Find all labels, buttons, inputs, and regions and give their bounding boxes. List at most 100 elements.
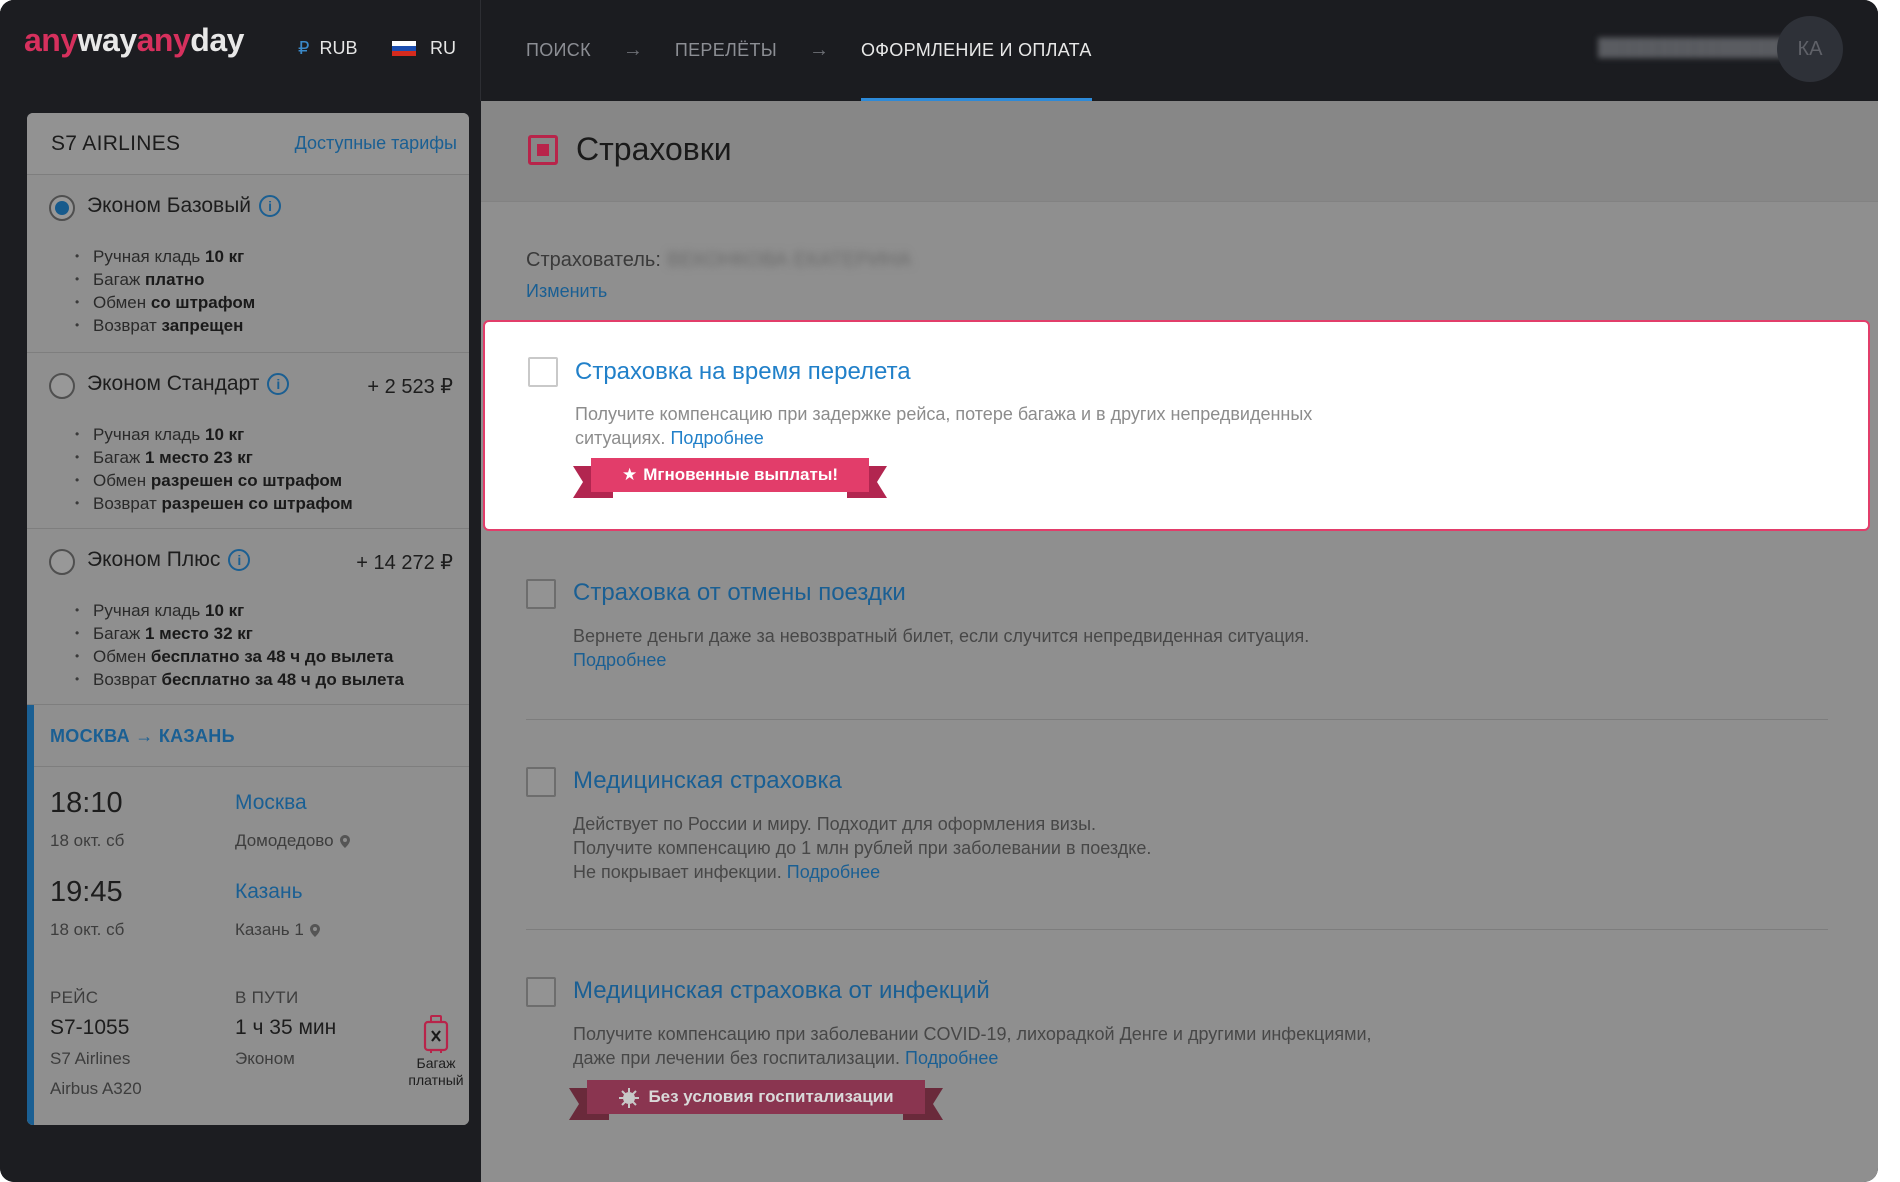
arrival-date: 18 окт. сб — [50, 920, 125, 939]
feature-label: Багаж — [93, 624, 141, 643]
route-to: КАЗАНЬ — [158, 726, 235, 746]
fare-name-text: Эконом Плюс — [87, 548, 221, 571]
insurance-title[interactable]: Страховка на время перелета — [575, 358, 911, 386]
step-checkout[interactable]: ОФОРМЛЕНИЕ И ОПЛАТА — [861, 0, 1092, 101]
logo-part: way — [77, 22, 137, 58]
feature-label: Возврат — [93, 316, 157, 335]
change-insurer-link[interactable]: Изменить — [526, 281, 607, 302]
logo[interactable]: anywayanyday — [24, 22, 244, 59]
feature-label: Ручная кладь — [93, 601, 201, 620]
insurer: Страхователь: ВЕКОНКОВА ЕКАТЕРИНА — [526, 249, 911, 272]
baggage-indicator: Багаж платный — [396, 1015, 469, 1089]
more-link[interactable]: Подробнее — [573, 650, 666, 670]
russia-flag-icon — [392, 40, 416, 57]
fare-feature: Ручная кладь 10 кг — [67, 423, 469, 446]
info-icon[interactable]: i — [228, 549, 251, 572]
feature-label: Ручная кладь — [93, 247, 201, 266]
fare-radio[interactable] — [49, 549, 75, 575]
insurance-description: Вернете деньги даже за невозвратный биле… — [573, 624, 1433, 672]
fare-feature: Ручная кладь 10 кг — [67, 245, 469, 268]
available-tariffs-link[interactable]: Доступные тарифы — [295, 133, 457, 154]
fare-feature: Возврат бесплатно за 48 ч до вылета — [67, 668, 469, 691]
fare-name-text: Эконом Базовый — [87, 194, 252, 217]
fare-option[interactable]: Эконом Стандарт i + 2 523 ₽ Ручная кладь … — [27, 353, 469, 529]
step-search[interactable]: ПОИСК — [526, 40, 591, 61]
fare-name: Эконом Стандарт i — [87, 372, 290, 396]
feature-value: платно — [145, 270, 205, 289]
insurance-option: Медицинская страховка Действует по Росси… — [526, 767, 1826, 882]
route-arrow-icon: → — [135, 726, 154, 746]
insurance-description: Действует по России и миру. Подходит для… — [573, 812, 1433, 884]
insurance-description: Получите компенсацию при заболевании COV… — [573, 1022, 1473, 1070]
fare-feature: Обмен со штрафом — [67, 291, 469, 314]
baggage-line: Багаж — [416, 1055, 456, 1071]
insurance-panel: Страховки Страхователь: ВЕКОНКОВА ЕКАТЕРИ… — [481, 101, 1878, 1182]
currency-selector[interactable]: ₽ RUB — [298, 38, 357, 59]
fare-features: Ручная кладь 10 кг Багаж 1 место 23 кг О… — [67, 423, 469, 515]
insurance-checkbox[interactable] — [526, 977, 556, 1007]
fare-name: Эконом Базовый i — [87, 194, 282, 218]
fare-feature: Багаж 1 место 32 кг — [67, 622, 469, 645]
cabin-class: Эконом — [235, 1049, 295, 1068]
badge-text: Мгновенные выплаты! — [643, 465, 839, 484]
fare-name: Эконом Плюс i — [87, 548, 251, 572]
desc-text: даже при лечении без госпитализации. — [573, 1048, 900, 1068]
departure-time: 18:10 — [50, 787, 123, 819]
info-icon[interactable]: i — [259, 195, 282, 218]
feature-label: Багаж — [93, 270, 141, 289]
insurance-option-highlighted: Страховка на время перелета Получите ком… — [483, 320, 1870, 531]
virus-icon — [619, 1087, 640, 1108]
top-bar-left: anywayanyday ₽ RUB RU — [0, 0, 481, 101]
arrival-city[interactable]: Казань — [235, 880, 303, 904]
fare-radio-selected[interactable] — [49, 195, 75, 221]
step-flights[interactable]: ПЕРЕЛЁТЫ — [675, 40, 777, 61]
feature-label: Обмен — [93, 471, 147, 490]
more-link[interactable]: Подробнее — [787, 862, 880, 882]
avatar[interactable]: КА — [1777, 16, 1843, 82]
insurance-title[interactable]: Медицинская страховка от инфекций — [573, 977, 990, 1005]
app-window: anywayanyday ₽ RUB RU ПОИСК → ПЕРЕЛЁТЫ → … — [0, 0, 1878, 1182]
insurance-checkbox[interactable] — [528, 357, 558, 387]
desc-text: Получите компенсацию при заболевании COV… — [573, 1024, 1372, 1044]
arrival-time: 19:45 — [50, 876, 123, 908]
fare-features: Ручная кладь 10 кг Багаж платно Обмен со… — [67, 245, 469, 337]
flight-number: S7-1055 — [50, 1016, 130, 1039]
more-link[interactable]: Подробнее — [670, 428, 763, 448]
user-email-blurred: ████████████████ — [1598, 38, 1791, 57]
fare-feature: Ручная кладь 10 кг — [67, 599, 469, 622]
map-pin-icon[interactable] — [339, 835, 350, 849]
feature-value: запрещен — [161, 316, 244, 335]
top-bar: anywayanyday ₽ RUB RU ПОИСК → ПЕРЕЛЁТЫ → … — [0, 0, 1878, 101]
feature-label: Возврат — [93, 494, 157, 513]
step-arrow-icon: → — [809, 39, 829, 61]
insurance-title[interactable]: Страховка от отмены поездки — [573, 579, 906, 607]
step-arrow-icon: → — [622, 39, 643, 61]
insurance-checkbox[interactable] — [526, 579, 556, 609]
insurance-title[interactable]: Медицинская страховка — [573, 767, 842, 795]
feature-label: Возврат — [93, 670, 157, 689]
no-hospitalization-badge: Без условия госпитализации — [569, 1080, 943, 1120]
fare-feature: Обмен бесплатно за 48 ч до вылета — [67, 645, 469, 668]
divider — [526, 929, 1828, 930]
feature-value: 10 кг — [204, 425, 245, 444]
language-selector[interactable]: RU — [392, 38, 456, 59]
insurance-checkbox[interactable] — [526, 767, 556, 797]
fare-radio[interactable] — [49, 373, 75, 399]
fare-option[interactable]: Эконом Базовый i Ручная кладь 10 кг Багаж… — [27, 175, 469, 353]
route-details: МОСКВА → КАЗАНЬ 18:10 18 окт. сб Москва … — [27, 705, 469, 1125]
route-title: МОСКВА → КАЗАНЬ — [50, 726, 235, 747]
fare-price: + 14 272 ₽ — [356, 552, 453, 574]
route-header: МОСКВА → КАЗАНЬ — [34, 705, 469, 767]
feature-value: 1 место 23 кг — [145, 448, 253, 467]
info-icon[interactable]: i — [267, 373, 290, 396]
departure-city[interactable]: Москва — [235, 791, 307, 815]
insurance-header: Страховки — [481, 101, 1878, 202]
insurance-icon — [528, 135, 558, 165]
arrival-airport: Казань 1 — [235, 920, 320, 940]
feature-label: Обмен — [93, 647, 147, 666]
map-pin-icon[interactable] — [309, 924, 320, 938]
page-title: Страховки — [576, 131, 732, 167]
more-link[interactable]: Подробнее — [905, 1048, 998, 1068]
fare-feature: Обмен разрешен со штрафом — [67, 469, 469, 492]
fare-option[interactable]: Эконом Плюс i + 14 272 ₽ Ручная кладь 10 … — [27, 529, 469, 705]
